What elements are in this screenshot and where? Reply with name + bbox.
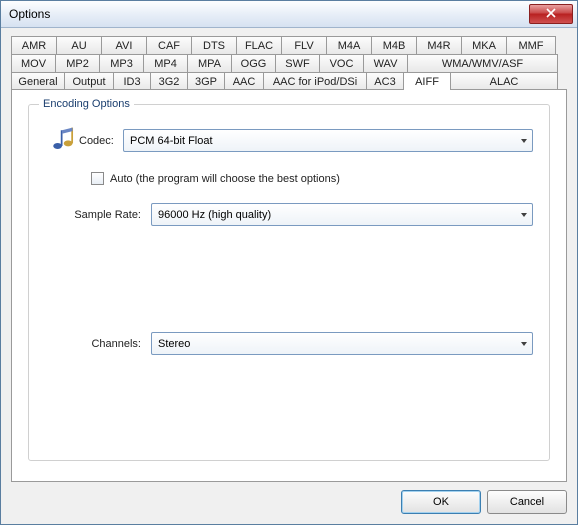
chevron-down-icon [514,204,532,225]
channels-value: Stereo [152,338,514,350]
tab-flac[interactable]: FLAC [236,36,282,54]
auto-row: Auto (the program will choose the best o… [91,172,533,185]
tab-output[interactable]: Output [64,72,114,90]
codec-label: Codec: [79,135,123,147]
tab-amr[interactable]: AMR [11,36,57,54]
tab-mp4[interactable]: MP4 [143,54,188,72]
tab-caf[interactable]: CAF [146,36,192,54]
tab-au[interactable]: AU [56,36,102,54]
tab-general[interactable]: General [11,72,65,90]
channels-dropdown[interactable]: Stereo [151,332,533,355]
options-window: Options AMRAUAVICAFDTSFLACFLVM4AM4BM4RMK… [0,0,578,525]
tab-wav[interactable]: WAV [363,54,408,72]
tab-aiff[interactable]: AIFF [403,72,451,90]
dialog-buttons: OK Cancel [11,482,567,514]
tab-3g2[interactable]: 3G2 [150,72,188,90]
auto-checkbox[interactable] [91,172,104,185]
tab-flv[interactable]: FLV [281,36,327,54]
tab-aac-for-ipod-dsi[interactable]: AAC for iPod/DSi [263,72,367,90]
tab-wma-wmv-asf[interactable]: WMA/WMV/ASF [407,54,558,72]
tab-ac3[interactable]: AC3 [366,72,404,90]
tab-panel: Encoding Options [11,89,567,482]
channels-label: Channels: [55,338,141,350]
tab-mmf[interactable]: MMF [506,36,556,54]
close-button[interactable] [529,4,573,24]
tab-m4r[interactable]: M4R [416,36,462,54]
chevron-down-icon [514,333,532,354]
tab-mpa[interactable]: MPA [187,54,232,72]
tab-mp3[interactable]: MP3 [99,54,144,72]
tab-m4b[interactable]: M4B [371,36,417,54]
tab-id3[interactable]: ID3 [113,72,151,90]
ok-button[interactable]: OK [401,490,481,514]
tab-dts[interactable]: DTS [191,36,237,54]
tab-alac[interactable]: ALAC [450,72,558,90]
cancel-button[interactable]: Cancel [487,490,567,514]
close-icon [546,8,556,21]
tab-voc[interactable]: VOC [319,54,364,72]
client-area: AMRAUAVICAFDTSFLACFLVM4AM4BM4RMKAMMF MOV… [1,28,577,524]
tab-aac[interactable]: AAC [224,72,264,90]
tab-strip: AMRAUAVICAFDTSFLACFLVM4AM4BM4RMKAMMF MOV… [11,36,567,90]
codec-row: Codec: PCM 64-bit Float [45,125,533,156]
tab-ogg[interactable]: OGG [231,54,276,72]
sample-rate-value: 96000 Hz (high quality) [152,209,514,221]
auto-label: Auto (the program will choose the best o… [110,173,340,185]
channels-row: Channels: Stereo [55,332,533,355]
sample-rate-dropdown[interactable]: 96000 Hz (high quality) [151,203,533,226]
codec-value: PCM 64-bit Float [124,135,514,147]
group-legend: Encoding Options [39,98,134,110]
sample-rate-row: Sample Rate: 96000 Hz (high quality) [55,203,533,226]
tab-mov[interactable]: MOV [11,54,56,72]
encoding-options-group: Encoding Options [28,104,550,461]
window-title: Options [5,7,529,21]
note-icon [45,125,79,156]
tab-avi[interactable]: AVI [101,36,147,54]
spacer [45,242,533,332]
chevron-down-icon [514,130,532,151]
tab-mp2[interactable]: MP2 [55,54,100,72]
sample-rate-label: Sample Rate: [55,209,141,221]
tab-3gp[interactable]: 3GP [187,72,225,90]
titlebar: Options [1,1,577,28]
tab-m4a[interactable]: M4A [326,36,372,54]
tab-swf[interactable]: SWF [275,54,320,72]
codec-dropdown[interactable]: PCM 64-bit Float [123,129,533,152]
tab-mka[interactable]: MKA [461,36,507,54]
